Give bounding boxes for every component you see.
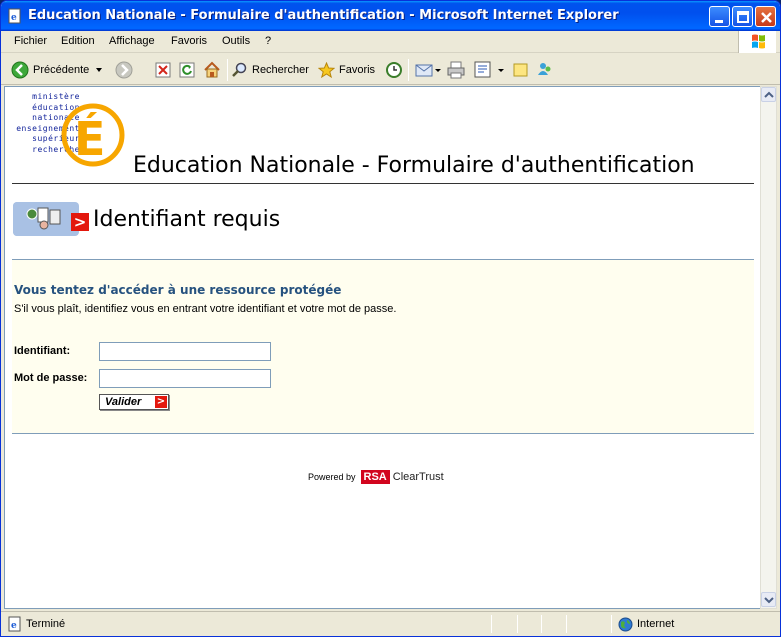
- chevron-down-icon: [764, 597, 774, 604]
- edit-button[interactable]: [474, 60, 504, 80]
- page-done-icon: e: [8, 616, 21, 632]
- menu-bar: Fichier Edition Affichage Favoris Outils…: [1, 31, 780, 53]
- search-icon: [232, 62, 247, 77]
- back-label: Précédente: [33, 64, 90, 76]
- divider: [12, 433, 754, 434]
- windows-logo-icon: [738, 31, 776, 53]
- home-button[interactable]: [203, 60, 221, 80]
- home-icon: [204, 61, 220, 78]
- favorites-label: Favoris: [339, 64, 376, 76]
- forward-arrow-icon: [115, 61, 133, 79]
- ministry-e-logo-icon: É: [61, 103, 125, 167]
- minimize-icon: [715, 20, 723, 23]
- stop-button[interactable]: [155, 60, 171, 80]
- back-button[interactable]: Précédente: [11, 60, 89, 80]
- status-separator: [491, 615, 492, 633]
- close-icon: [761, 12, 772, 23]
- powered-by: Powered by RSA ClearTrust: [308, 470, 444, 484]
- instructions-text: S'il vous plaît, identifiez vous en entr…: [14, 303, 397, 315]
- refresh-button[interactable]: [179, 60, 195, 80]
- divider: [12, 183, 754, 184]
- toolbar-separator: [408, 59, 409, 81]
- favorites-button[interactable]: Favoris: [318, 60, 375, 80]
- page-content[interactable]: ministère éducation nationale enseigneme…: [4, 86, 761, 609]
- submit-label: Valider: [105, 396, 142, 408]
- back-arrow-icon: [11, 61, 29, 79]
- close-button[interactable]: [755, 6, 776, 27]
- back-dropdown[interactable]: [95, 60, 103, 80]
- toolbar-separator: [227, 59, 228, 81]
- mail-icon: [415, 64, 441, 77]
- menu-fichier[interactable]: Fichier: [14, 35, 47, 47]
- stop-icon: [155, 62, 171, 78]
- login-form: Vous tentez d'accéder à une ressource pr…: [12, 260, 754, 433]
- scroll-down-button[interactable]: [761, 592, 776, 607]
- chevron-down-icon: [96, 68, 102, 72]
- minimize-button[interactable]: [709, 6, 730, 27]
- chevron-up-icon: [764, 91, 774, 98]
- note-icon: [513, 63, 528, 77]
- protected-heading: Vous tentez d'accéder à une ressource pr…: [14, 283, 342, 297]
- ie-page-icon: e: [8, 8, 21, 24]
- print-button[interactable]: [447, 60, 465, 80]
- search-button[interactable]: Rechercher: [232, 60, 309, 80]
- status-separator: [541, 615, 542, 633]
- id-card-icon: [13, 202, 79, 236]
- star-icon: [318, 61, 335, 78]
- arrow-right-icon: >: [71, 213, 89, 231]
- menu-affichage[interactable]: Affichage: [109, 35, 155, 47]
- search-label: Rechercher: [252, 64, 309, 76]
- messenger-icon: [538, 63, 551, 75]
- history-button[interactable]: [385, 60, 403, 80]
- username-label: Identifiant:: [14, 345, 71, 357]
- title-bar[interactable]: e Education Nationale - Formulaire d'aut…: [1, 1, 780, 31]
- cleartrust-text: ClearTrust: [392, 471, 444, 483]
- edit-document-icon: [474, 61, 504, 78]
- username-input[interactable]: [99, 342, 271, 361]
- menu-edition[interactable]: Edition: [61, 35, 95, 47]
- password-label: Mot de passe:: [14, 372, 88, 384]
- history-icon: [386, 62, 402, 78]
- rsa-logo: RSA: [360, 470, 390, 484]
- refresh-icon: [179, 62, 195, 78]
- menu-outils[interactable]: Outils: [222, 35, 250, 47]
- svg-text:e: e: [11, 13, 17, 23]
- required-title: Identifiant requis: [93, 207, 281, 232]
- globe-icon: [618, 617, 633, 632]
- status-text: Terminé: [26, 618, 66, 630]
- menu-help[interactable]: ?: [265, 35, 271, 47]
- page-title: Education Nationale - Formulaire d'authe…: [133, 153, 695, 178]
- discuss-button[interactable]: [513, 60, 529, 80]
- arrow-right-icon: >: [155, 396, 167, 408]
- submit-button[interactable]: Valider >: [99, 394, 169, 410]
- status-separator: [517, 615, 518, 633]
- status-separator: [611, 615, 612, 633]
- status-bar: e Terminé Internet: [1, 611, 780, 636]
- mail-button[interactable]: [415, 60, 441, 80]
- maximize-button[interactable]: [732, 6, 753, 27]
- messenger-button[interactable]: [536, 60, 554, 80]
- powered-by-text: Powered by: [308, 472, 356, 482]
- svg-text:e: e: [11, 621, 17, 631]
- zone-text: Internet: [637, 618, 675, 630]
- printer-icon: [447, 61, 465, 79]
- maximize-icon: [737, 11, 749, 23]
- vertical-scrollbar[interactable]: [760, 86, 777, 609]
- toolbar: Précédente Rechercher Favoris: [1, 54, 780, 85]
- window-title: Education Nationale - Formulaire d'authe…: [28, 8, 619, 23]
- status-separator: [566, 615, 567, 633]
- menu-favoris[interactable]: Favoris: [171, 35, 207, 47]
- svg-text:É: É: [74, 112, 105, 166]
- browser-window: e Education Nationale - Formulaire d'aut…: [0, 0, 781, 637]
- scroll-up-button[interactable]: [761, 87, 776, 102]
- forward-button[interactable]: [115, 60, 133, 80]
- password-input[interactable]: [99, 369, 271, 388]
